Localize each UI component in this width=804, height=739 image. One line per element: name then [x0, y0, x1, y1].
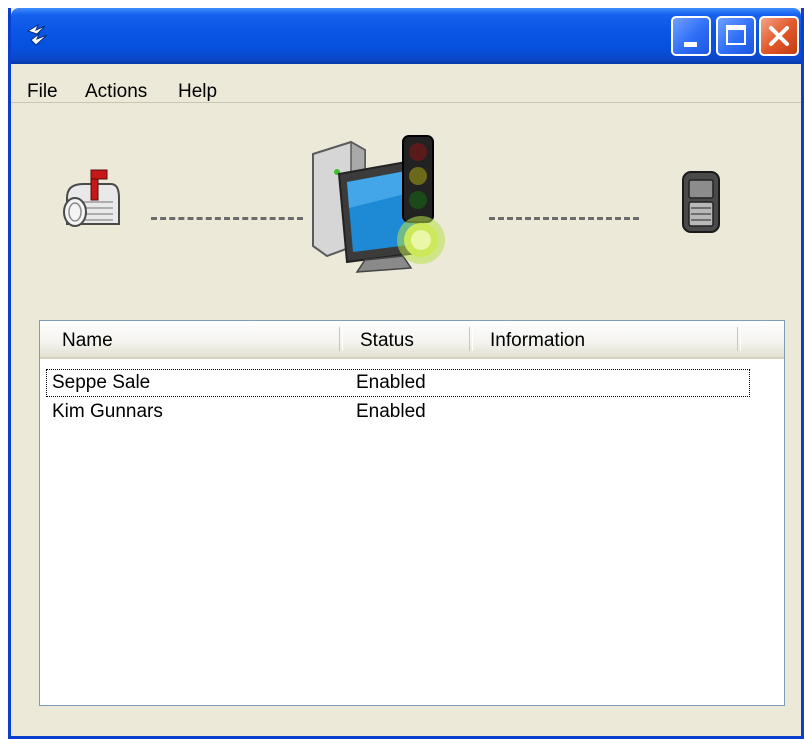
menu-bar: File Actions Help — [11, 64, 801, 102]
column-separator[interactable] — [737, 327, 741, 351]
menu-help[interactable]: Help — [178, 81, 217, 103]
cell-status: Enabled — [356, 401, 426, 422]
list-header: Name Status Information — [40, 321, 784, 359]
column-header-status[interactable]: Status — [360, 321, 414, 357]
table-row[interactable]: Kim Gunnars Enabled — [46, 398, 750, 426]
cell-status: Enabled — [356, 372, 426, 393]
maximize-button[interactable] — [716, 16, 756, 56]
column-separator[interactable] — [469, 327, 473, 351]
connection-line-right — [489, 217, 639, 220]
column-header-name[interactable]: Name — [62, 321, 113, 357]
app-logo-icon[interactable] — [25, 22, 51, 48]
menu-divider — [11, 102, 801, 103]
column-separator[interactable] — [339, 327, 343, 351]
close-icon — [769, 26, 789, 46]
minimize-button[interactable] — [671, 16, 711, 56]
connection-line-left — [151, 217, 303, 220]
column-header-information[interactable]: Information — [490, 321, 585, 357]
table-row[interactable]: Seppe Sale Enabled — [46, 369, 750, 397]
cell-name: Kim Gunnars — [52, 401, 163, 422]
minimize-icon — [684, 42, 697, 47]
maximize-icon — [726, 25, 746, 45]
computer-traffic-light-icon — [307, 134, 457, 279]
app-window: File Actions Help Name Status Informatio… — [8, 8, 804, 739]
cell-name: Seppe Sale — [52, 372, 151, 393]
menu-file[interactable]: File — [27, 81, 58, 103]
title-bar[interactable] — [11, 8, 801, 64]
status-illustration — [11, 108, 801, 298]
menu-actions[interactable]: Actions — [85, 81, 147, 103]
mobile-device-icon — [679, 170, 723, 239]
mailbox-icon — [57, 168, 123, 243]
close-button[interactable] — [759, 16, 799, 56]
accounts-list[interactable]: Name Status Information Seppe Sale Enabl… — [39, 320, 785, 706]
